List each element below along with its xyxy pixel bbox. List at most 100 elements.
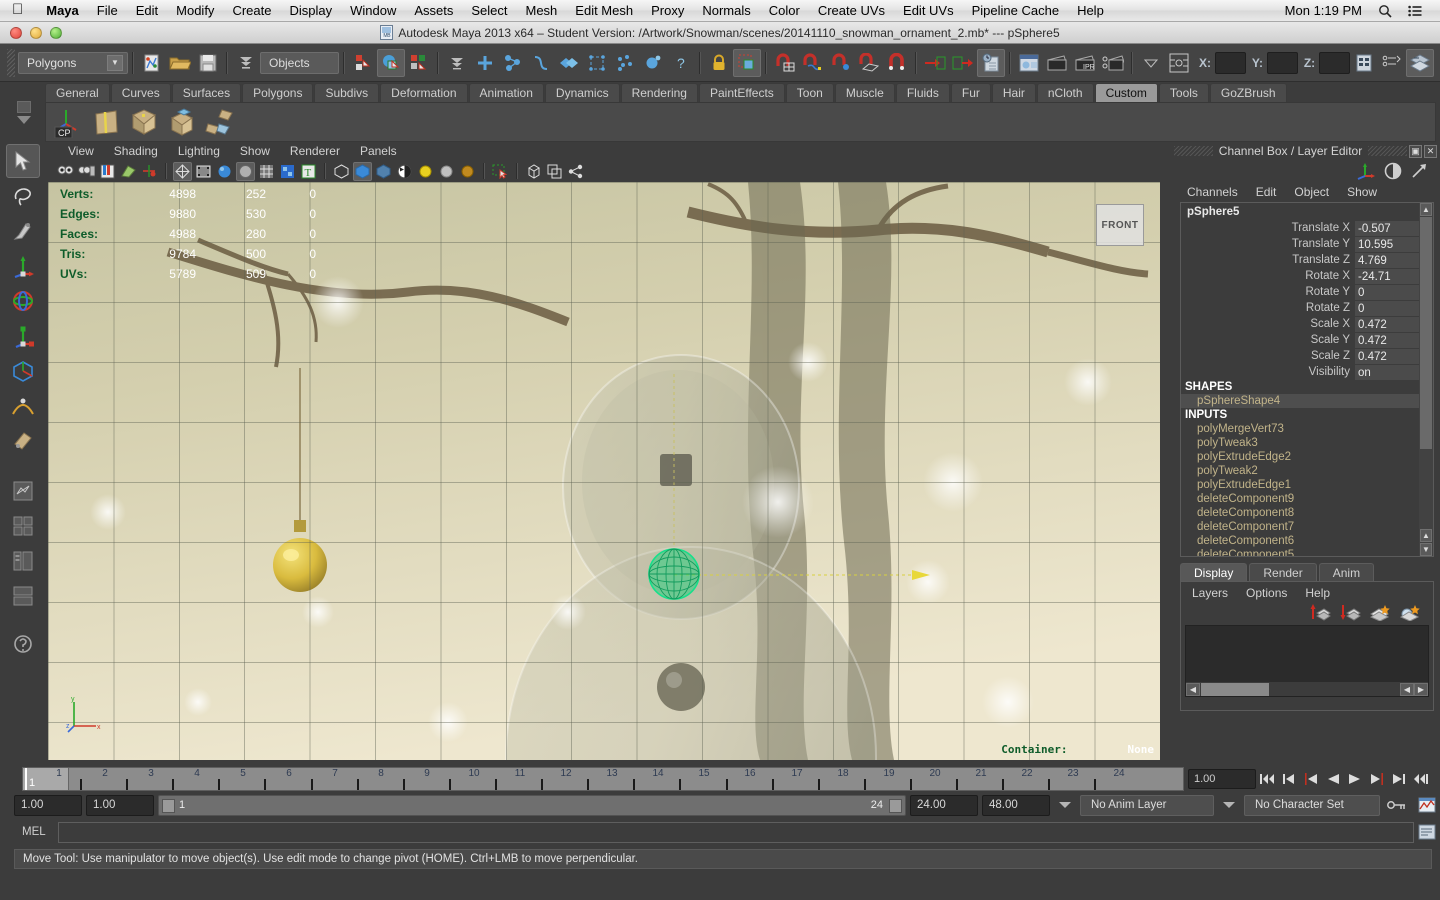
osx-menu-modify[interactable]: Modify (167, 0, 223, 22)
channel-box-input-node[interactable]: polyExtrudeEdge2 (1181, 450, 1433, 464)
step-forward-frame-icon[interactable] (1366, 769, 1388, 789)
snap-to-grid-button[interactable] (771, 49, 799, 77)
shaded-display-icon[interactable] (353, 161, 372, 181)
anim-layer-selector[interactable]: No Anim Layer (1080, 794, 1214, 816)
channel-box-input-node[interactable]: deleteComponent5 (1181, 548, 1433, 556)
step-forward-keyframe-icon[interactable] (1388, 769, 1410, 789)
wireframe-on-shaded-icon[interactable] (257, 162, 276, 181)
osx-menu-edit-mesh[interactable]: Edit Mesh (566, 0, 642, 22)
shelf-tab-toon[interactable]: Toon (785, 83, 834, 102)
channel-row-rotate-x[interactable]: Rotate X -24.71 (1181, 268, 1433, 284)
osx-clock[interactable]: Mon 1:19 PM (1277, 0, 1370, 22)
channel-box-input-node[interactable]: deleteComponent9 (1181, 492, 1433, 506)
channel-box-input-node[interactable]: deleteComponent8 (1181, 506, 1433, 520)
film-gate-icon[interactable] (194, 162, 213, 181)
render-settings-button[interactable] (1099, 49, 1127, 77)
highlight-selection-button[interactable] (733, 48, 762, 77)
new-layer-from-selected-icon[interactable] (1399, 603, 1421, 621)
render-sequence-button[interactable] (1043, 49, 1071, 77)
tab-anim-layers[interactable]: Anim (1318, 563, 1375, 581)
shelf-button-merge-vertices[interactable] (204, 106, 236, 138)
channel-box-input-node[interactable]: polyTweak3 (1181, 436, 1433, 450)
output-connections-button[interactable] (949, 49, 977, 77)
range-slider-bar[interactable]: 1 24 (158, 794, 906, 816)
smooth-shade-all-icon[interactable] (215, 162, 234, 181)
input-connections-button[interactable] (921, 49, 949, 77)
wireframe-shading-icon[interactable] (173, 161, 192, 181)
script-editor-icon[interactable] (1414, 824, 1440, 840)
shelf-tab-animation[interactable]: Animation (468, 83, 544, 102)
osx-menu-normals[interactable]: Normals (693, 0, 759, 22)
shelf-tab-ncloth[interactable]: nCloth (1036, 83, 1094, 102)
osx-menu-create[interactable]: Create (223, 0, 280, 22)
animation-start-time-field[interactable]: 1.00 (14, 794, 82, 816)
points-mask-button[interactable] (499, 49, 527, 77)
channel-box-input-node[interactable]: deleteComponent7 (1181, 520, 1433, 534)
scroll-down-page-icon[interactable]: ▲ (1420, 529, 1432, 542)
image-plane-icon[interactable] (119, 162, 138, 181)
current-frame-field[interactable]: 1.00 (1188, 769, 1256, 789)
osx-menu-help[interactable]: Help (1068, 0, 1113, 22)
shelf-tab-curves[interactable]: Curves (110, 83, 171, 102)
search-icon[interactable] (1370, 4, 1400, 18)
layer-list[interactable]: ◀ ◀ ▶ (1185, 625, 1429, 697)
quick-layout-single-button[interactable] (6, 474, 40, 508)
coord-field-x[interactable] (1215, 51, 1246, 74)
shelf-tab-rendering[interactable]: Rendering (620, 83, 698, 102)
channel-row-translate-z[interactable]: Translate Z 4.769 (1181, 252, 1433, 268)
time-slider[interactable]: 1 1 2 3 4 5 6 7 8 9 10 11 12 13 14 15 16… (22, 767, 1184, 791)
move-layer-down-icon[interactable] (1339, 603, 1361, 621)
shelf-button-insert-edge-loop[interactable] (128, 106, 160, 138)
scale-tool-button[interactable] (6, 319, 40, 353)
layer-menu-options[interactable]: Options (1237, 586, 1296, 600)
rotate-tool-button[interactable] (6, 284, 40, 318)
channel-row-scale-z[interactable]: Scale Z 0.472 (1181, 348, 1433, 364)
select-by-hierarchy-button[interactable] (349, 49, 377, 77)
bookmarks-icon[interactable] (98, 162, 117, 181)
coord-field-y[interactable] (1266, 51, 1298, 74)
default-light-icon[interactable] (437, 162, 456, 181)
list-icon[interactable] (1400, 5, 1430, 17)
save-scene-button[interactable] (194, 49, 222, 77)
xray-display-icon[interactable] (332, 162, 351, 181)
range-handle-right[interactable] (889, 798, 902, 813)
channel-box-list[interactable]: pSphere5 Translate X -0.507 Translate Y … (1180, 202, 1434, 557)
range-handle-left[interactable] (162, 798, 175, 813)
selection-mask-menu-button[interactable] (232, 49, 260, 77)
shelf-tab-fluids[interactable]: Fluids (895, 83, 950, 102)
osx-menu-window[interactable]: Window (341, 0, 405, 22)
anim-layer-chevron-down-icon[interactable] (1059, 802, 1071, 808)
channel-row-visibility[interactable]: Visibility on (1181, 364, 1433, 380)
show-channel-box-layer-editor-button[interactable] (1406, 48, 1434, 77)
snap-to-point-button[interactable] (827, 49, 855, 77)
coord-field-z[interactable] (1319, 51, 1350, 74)
key-icon[interactable] (1384, 799, 1410, 811)
snap-to-plane-button[interactable] (855, 49, 883, 77)
chevron-down-icon[interactable] (1137, 49, 1165, 77)
soft-select-tool-button[interactable] (6, 389, 40, 423)
shelf-tab-surfaces[interactable]: Surfaces (171, 83, 242, 102)
dynamics-mask-button[interactable] (611, 49, 639, 77)
share-view-icon[interactable] (566, 162, 585, 181)
shelf-options-cluster[interactable] (4, 82, 44, 142)
viewport-menu-show[interactable]: Show (230, 144, 280, 158)
channel-row-translate-y[interactable]: Translate Y 10.595 (1181, 236, 1433, 252)
scroll-up-icon[interactable]: ▲ (1420, 203, 1432, 216)
paint-selection-tool-button[interactable] (6, 214, 40, 248)
shelf-tab-general[interactable]: General (45, 83, 110, 102)
shelf-tab-tools[interactable]: Tools (1158, 83, 1209, 102)
isolate-select-icon[interactable] (491, 162, 510, 181)
select-tool-button[interactable] (6, 144, 40, 178)
render-view-button[interactable] (1015, 49, 1043, 77)
duplicate-view-icon[interactable] (545, 162, 564, 181)
osx-menu-file[interactable]: File (88, 0, 127, 22)
scroll-down-icon[interactable]: ▼ (1420, 543, 1432, 556)
shelf-tab-muscle[interactable]: Muscle (834, 83, 895, 102)
select-by-component-type-button[interactable] (405, 49, 433, 77)
channel-box-menu-object[interactable]: Object (1285, 185, 1338, 199)
panel-drag-grip[interactable] (1368, 146, 1408, 156)
channel-box-input-node[interactable]: polyMergeVert73 (1181, 422, 1433, 436)
command-line-input[interactable] (58, 821, 1414, 843)
scroll-left-icon[interactable]: ◀ (1186, 682, 1200, 696)
scrollbar-thumb[interactable] (1201, 682, 1269, 696)
